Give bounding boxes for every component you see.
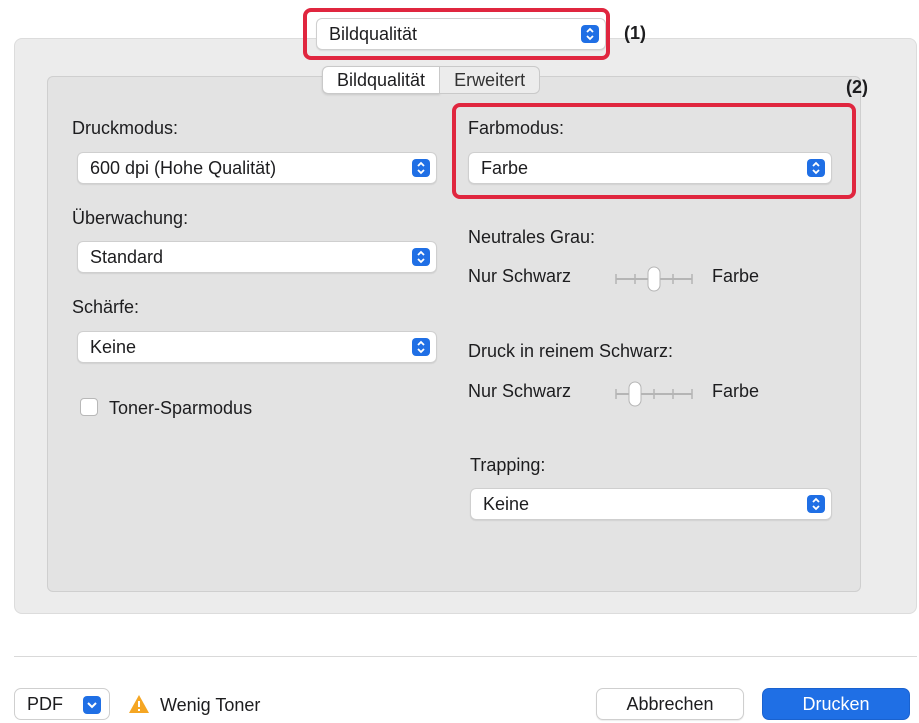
trapping-select[interactable]: Keine: [470, 488, 832, 520]
pdf-label: PDF: [27, 694, 63, 714]
chevron-updown-icon: [412, 159, 430, 177]
trapping-label: Trapping:: [470, 455, 546, 475]
chevron-updown-icon: [807, 495, 825, 513]
druckmodus-value: 600 dpi (Hohe Qualität): [90, 158, 277, 178]
tab-bar: Bildqualität Erweitert: [322, 66, 541, 94]
annotation-1: (1): [624, 23, 646, 43]
neutrales-grau-min-label: Nur Schwarz: [468, 266, 572, 286]
footer-divider: [14, 656, 917, 657]
ueberwachung-select[interactable]: Standard: [77, 241, 437, 273]
warning-triangle-icon: [129, 695, 149, 713]
reines-schwarz-label: Druck in reinem Schwarz:: [468, 341, 674, 361]
reines-schwarz-min-label: Nur Schwarz: [468, 381, 572, 401]
slider-thumb: [647, 266, 661, 292]
reines-schwarz-slider[interactable]: [612, 381, 696, 407]
schaerfe-select[interactable]: Keine: [77, 331, 437, 363]
ueberwachung-value: Standard: [90, 247, 164, 267]
tab-bildqualitaet[interactable]: Bildqualität: [322, 66, 441, 94]
warning-text: Wenig Toner: [160, 695, 261, 715]
ueberwachung-label: Überwachung:: [72, 208, 189, 228]
neutrales-grau-label: Neutrales Grau:: [468, 227, 596, 247]
toner-sparmodus-checkbox[interactable]: [80, 398, 98, 416]
druckmodus-label: Druckmodus:: [72, 118, 179, 138]
neutrales-grau-slider[interactable]: [612, 266, 696, 292]
highlight-box-1: [303, 8, 610, 60]
print-button[interactable]: Drucken: [762, 688, 910, 720]
schaerfe-label: Schärfe:: [72, 297, 140, 317]
reines-schwarz-max-label: Farbe: [712, 381, 760, 401]
tab-erweitert[interactable]: Erweitert: [440, 66, 541, 94]
trapping-value: Keine: [483, 494, 530, 514]
highlight-box-2: [452, 103, 856, 199]
druckmodus-select[interactable]: 600 dpi (Hohe Qualität): [77, 152, 437, 184]
cancel-button[interactable]: Abbrechen: [596, 688, 744, 720]
toner-sparmodus-label: Toner-Sparmodus: [109, 398, 253, 418]
chevron-updown-icon: [412, 248, 430, 266]
slider-thumb: [628, 381, 642, 407]
neutrales-grau-max-label: Farbe: [712, 266, 760, 286]
schaerfe-value: Keine: [90, 337, 137, 357]
annotation-2: (2): [846, 77, 868, 97]
chevron-updown-icon: [412, 338, 430, 356]
chevron-down-icon: [83, 696, 101, 714]
pdf-menu-button[interactable]: PDF: [14, 688, 110, 720]
